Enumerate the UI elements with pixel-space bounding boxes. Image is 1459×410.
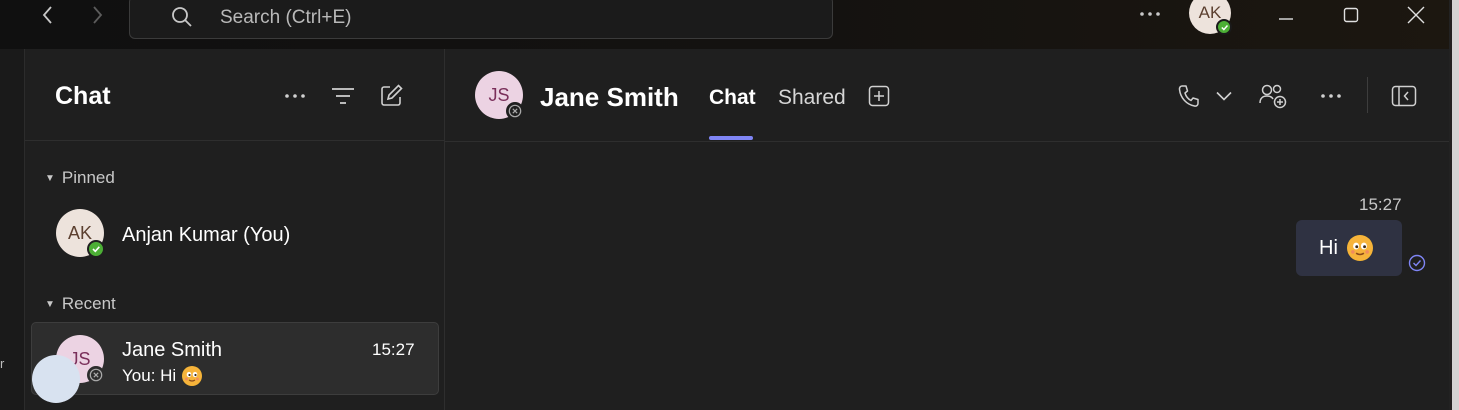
maximize-icon <box>1343 7 1359 23</box>
close-window-button[interactable] <box>1393 0 1439 30</box>
chat-item-jane-smith[interactable]: JS Jane Smith 15:27 You: Hi <box>31 322 439 395</box>
new-chat-icon <box>381 84 403 106</box>
pinned-section-toggle[interactable]: ▼ Pinned <box>45 168 115 188</box>
add-people-button[interactable] <box>1257 80 1289 112</box>
more-icon <box>285 94 305 98</box>
caret-down-icon: ▼ <box>45 172 55 184</box>
read-receipt-icon <box>1408 254 1426 272</box>
search-icon <box>172 7 192 27</box>
pinned-section-label: Pinned <box>61 168 115 187</box>
header-divider <box>1367 77 1368 113</box>
search-placeholder: Search (Ctrl+E) <box>220 7 352 28</box>
conversation-avatar[interactable]: JS <box>475 71 524 120</box>
open-panel-icon <box>1391 85 1417 107</box>
recent-section-label: Recent <box>61 294 116 313</box>
open-side-panel-button[interactable] <box>1388 80 1420 112</box>
avatar: AK <box>56 209 105 258</box>
conversation-title[interactable]: Jane Smith <box>540 82 679 113</box>
message-bubble[interactable]: Hi <box>1296 220 1402 276</box>
chat-item-time: 15:27 <box>372 340 415 359</box>
avatar-initials: AK <box>67 222 92 243</box>
message-text: Hi <box>1319 236 1338 259</box>
avatar-initials: JS <box>488 84 510 105</box>
chat-list-more-button[interactable] <box>280 81 310 111</box>
close-icon <box>1407 6 1425 24</box>
avatar <box>32 355 80 403</box>
chat-item-name: Jane Smith <box>122 339 223 361</box>
filter-icon <box>332 88 354 104</box>
smiling-face-emoji-icon <box>182 366 203 386</box>
presence-available-icon <box>87 240 105 258</box>
presence-offline-icon <box>506 102 524 120</box>
presence-available-icon <box>1216 19 1232 35</box>
title-bar: Search (Ctrl+E) AK <box>0 0 1459 49</box>
back-arrow-icon <box>42 6 52 24</box>
filter-button[interactable] <box>328 81 358 111</box>
window-edge-shadow <box>1449 0 1452 410</box>
more-icon <box>1321 94 1341 98</box>
chat-list-title: Chat <box>55 82 111 110</box>
chat-item-preview-text: You: Hi <box>122 366 177 385</box>
smiling-face-emoji-icon <box>1346 235 1373 261</box>
add-people-icon <box>1259 84 1287 109</box>
new-chat-button[interactable] <box>376 81 406 111</box>
call-icon <box>1178 85 1199 107</box>
conversation-header: JS Jane Smith Chat Shared <box>445 49 1449 142</box>
minimize-button[interactable] <box>1263 0 1309 30</box>
forward-button[interactable] <box>82 2 112 28</box>
message-timestamp: 15:27 <box>1359 195 1402 214</box>
active-tab-indicator <box>709 136 753 140</box>
chat-item-preview: You: Hi <box>122 366 203 386</box>
chat-item-anjan-kumar[interactable]: AK Anjan Kumar (You) <box>31 199 439 272</box>
chat-list-header: Chat <box>25 49 444 141</box>
tab-chat[interactable]: Chat <box>709 86 756 110</box>
back-button[interactable] <box>33 2 63 28</box>
search-box[interactable]: Search (Ctrl+E) <box>129 0 833 39</box>
add-tab-icon <box>868 85 890 107</box>
profile-avatar[interactable]: AK <box>1189 0 1232 35</box>
chat-item-name: Anjan Kumar (You) <box>122 224 291 246</box>
caret-down-icon: ▼ <box>45 298 55 310</box>
chat-list-pane: Chat ▼ Pinned AK Anjan Kumar (You) ▼ Rec… <box>25 49 445 410</box>
call-button[interactable] <box>1172 80 1204 112</box>
minimize-icon <box>1279 18 1293 20</box>
forward-arrow-icon <box>93 6 103 24</box>
more-icon <box>1140 12 1160 16</box>
call-options-button[interactable] <box>1208 80 1240 112</box>
app-rail: r <box>0 49 25 410</box>
rail-label-fragment: r <box>0 356 5 371</box>
conversation-pane: JS Jane Smith Chat Shared 15:27 Hi <box>445 49 1449 410</box>
settings-more-button[interactable] <box>1135 2 1165 26</box>
chevron-down-icon <box>1216 91 1232 101</box>
conversation-more-button[interactable] <box>1315 80 1347 112</box>
presence-offline-icon <box>87 366 105 384</box>
maximize-button[interactable] <box>1328 0 1374 30</box>
add-tab-button[interactable] <box>865 82 893 110</box>
recent-section-toggle[interactable]: ▼ Recent <box>45 294 116 314</box>
tab-shared[interactable]: Shared <box>778 86 846 110</box>
